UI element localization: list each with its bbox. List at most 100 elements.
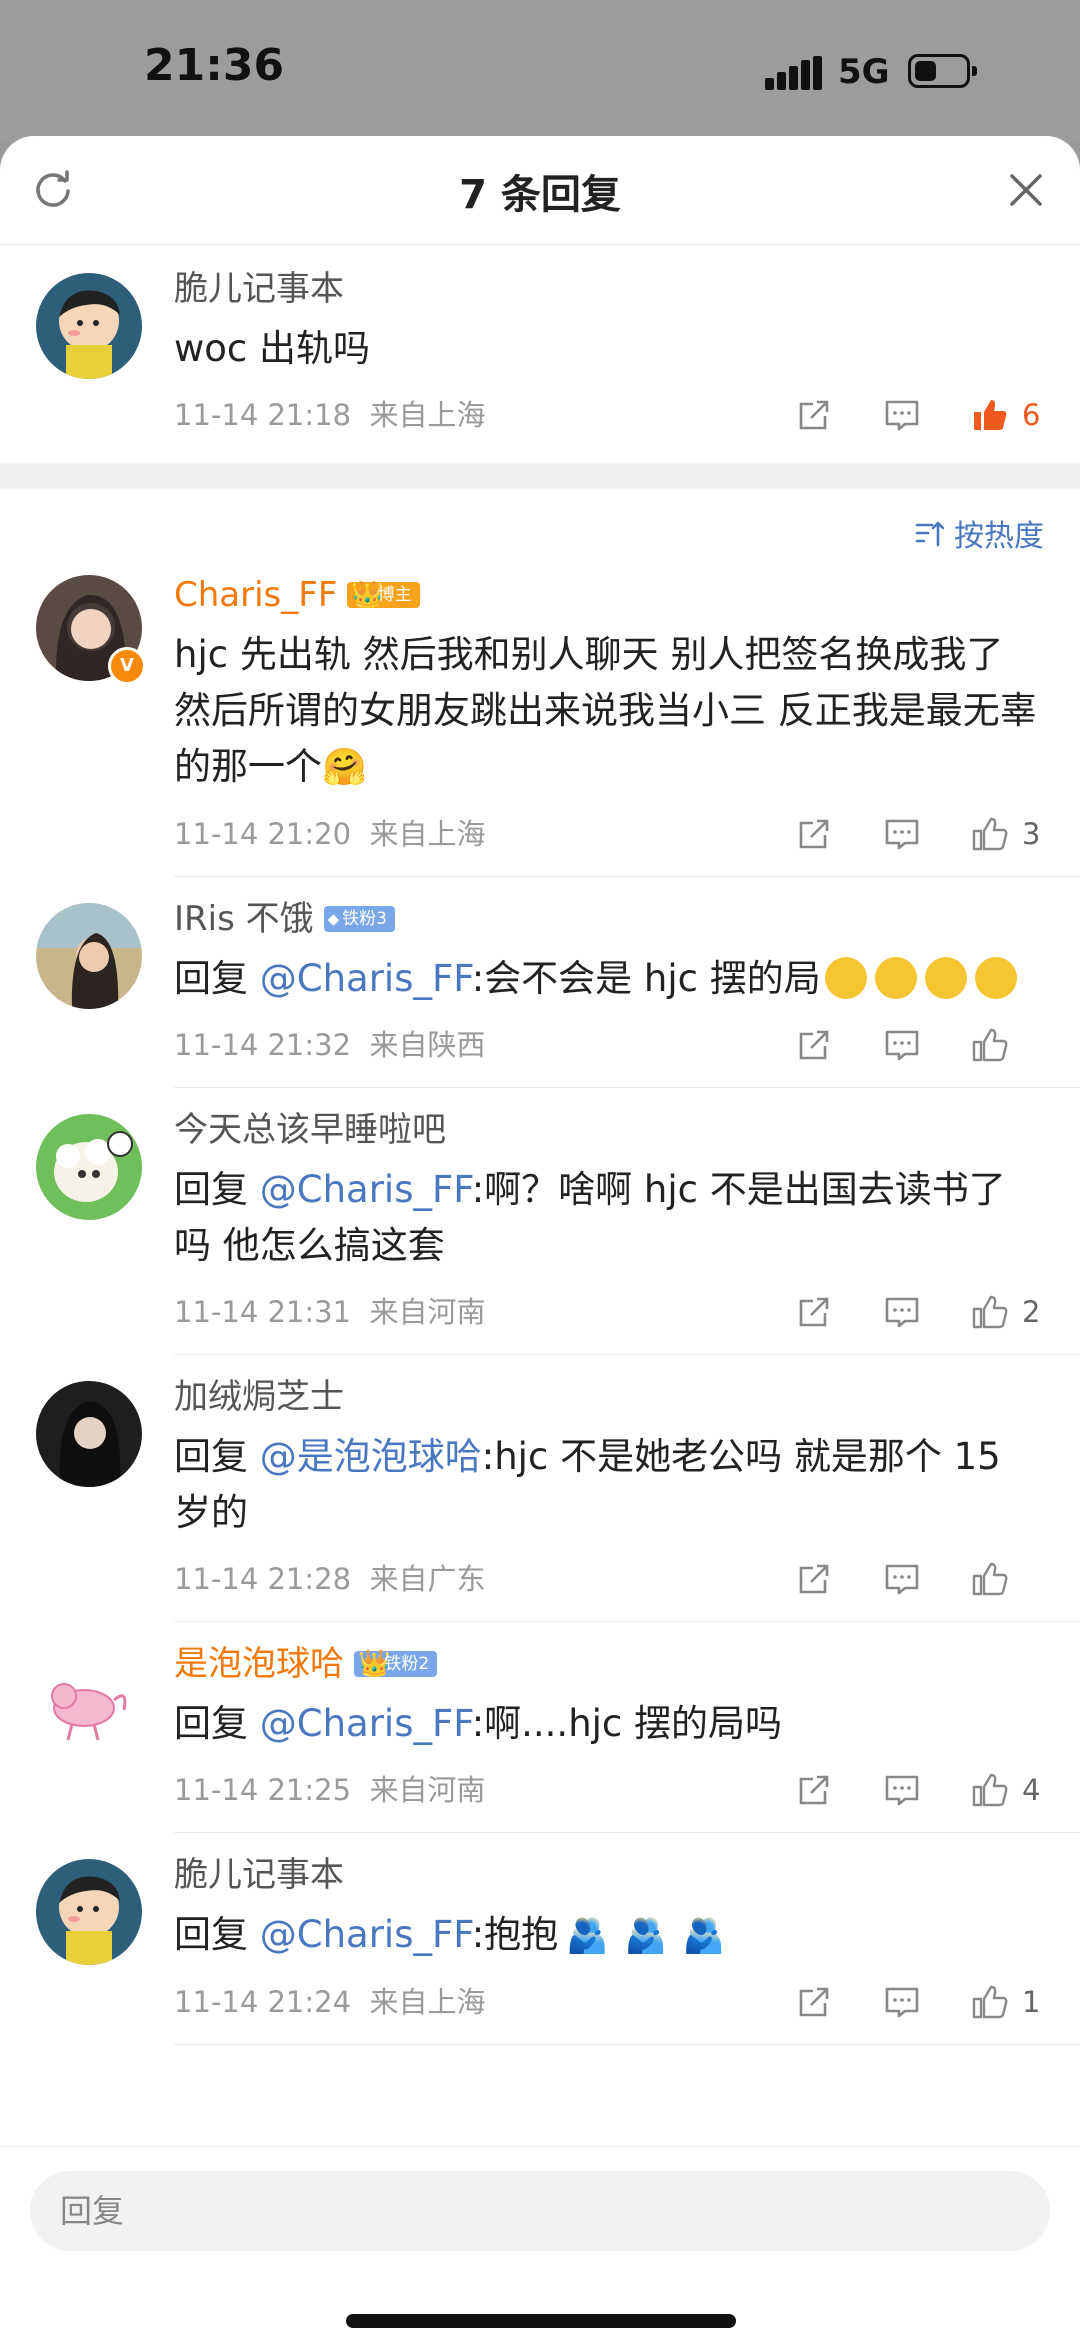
like-icon[interactable] <box>970 1559 1010 1599</box>
reply-meta: 11-14 21:20 来自上海 3 <box>174 810 1042 858</box>
reply-username[interactable]: 是泡泡球哈 👑 铁粉2 <box>174 1642 1042 1686</box>
reply-text: 回复 @Charis_FF:会不会是 hjc 摆的局 <box>174 951 1042 1007</box>
hug-emoji: 🤗 <box>322 747 367 788</box>
hug-emoji-2: 🫂 <box>624 1916 667 1956</box>
reply-text-body: hjc 先出轨 然后我和别人聊天 别人把签名换成我了 然后所谓的女朋友跳出来说我… <box>174 633 1037 788</box>
mention-link[interactable]: @是泡泡球哈 <box>260 1435 482 1478</box>
comment-icon[interactable] <box>882 1559 922 1599</box>
reply-prefix: 回复 <box>174 1702 260 1745</box>
reply-prefix: 回复 <box>174 1913 260 1956</box>
status-time: 21:36 <box>144 40 285 91</box>
reply-username[interactable]: 脆儿记事本 <box>174 1853 1042 1897</box>
reply-text-body: :会不会是 hjc 摆的局 <box>471 957 821 1000</box>
share-icon[interactable] <box>794 1025 834 1065</box>
reply-text: 回复 @是泡泡球哈:hjc 不是她老公吗 就是那个 15 岁的 <box>174 1429 1042 1541</box>
share-icon[interactable] <box>794 1559 834 1599</box>
sheet-title: 7 条回复 <box>459 172 621 218</box>
reply-meta: 11-14 21:28 来自广东 <box>174 1555 1042 1603</box>
blogger-badge: 👑 博主 <box>347 580 420 610</box>
reply-username-text: IRis 不饿 <box>174 899 314 939</box>
avatar[interactable] <box>36 1648 142 1754</box>
like-icon[interactable] <box>970 1025 1010 1065</box>
like-count: 1 <box>1022 1985 1041 2019</box>
main-comment: 脆儿记事本 woc 出轨吗 11-14 21:18 来自上海 6 <box>0 245 1080 463</box>
like-icon[interactable] <box>970 814 1010 854</box>
reply-text: 回复 @Charis_FF:啊....hjc 摆的局吗 <box>174 1696 1042 1752</box>
share-icon[interactable] <box>794 814 834 854</box>
like-icon[interactable] <box>970 1982 1010 2022</box>
reply-sheet: 7 条回复 脆儿记事本 woc 出轨吗 11-14 21:18 来自上海 6 按… <box>0 136 1080 2341</box>
reply-location: 来自河南 <box>369 1773 486 1807</box>
reply-text-body: :抱抱 <box>471 1913 559 1956</box>
reply-prefix: 回复 <box>174 1168 260 1211</box>
share-icon[interactable] <box>794 1982 834 2022</box>
reply-date: 11-14 21:31 <box>174 1295 352 1329</box>
sort-button[interactable]: 按热度 <box>914 511 1044 555</box>
signal-icon <box>765 56 823 90</box>
avatar[interactable] <box>36 1381 142 1487</box>
badge-label: 铁粉3 <box>342 909 387 929</box>
reply-location: 来自河南 <box>369 1295 486 1329</box>
reply-item: 今天总该早睡啦吧 回复 @Charis_FF:啊？啥啊 hjc 不是出国去读书了… <box>0 1088 1080 1354</box>
reply-username[interactable]: IRis 不饿 ◆ 铁粉3 <box>174 897 1042 941</box>
avatar[interactable] <box>36 1114 142 1220</box>
reply-date: 11-14 21:25 <box>174 1773 352 1807</box>
reply-location: 来自广东 <box>369 1562 486 1596</box>
reply-text-body: :啊....hjc 摆的局吗 <box>471 1702 783 1745</box>
mention-link[interactable]: @Charis_FF <box>260 1913 472 1956</box>
comment-icon[interactable] <box>882 1770 922 1810</box>
comment-icon[interactable] <box>882 395 922 435</box>
like-icon[interactable] <box>970 395 1010 435</box>
sort-icon <box>915 521 945 547</box>
reply-prefix: 回复 <box>174 957 260 1000</box>
reply-username[interactable]: 加绒焗芝士 <box>174 1375 1042 1419</box>
mention-link[interactable]: @Charis_FF <box>260 957 472 1000</box>
reply-meta: 11-14 21:24 来自上海 1 <box>174 1978 1042 2026</box>
comment-icon[interactable] <box>882 1025 922 1065</box>
like-icon[interactable] <box>970 1770 1010 1810</box>
mention-link[interactable]: @Charis_FF <box>260 1168 472 1211</box>
comment-icon[interactable] <box>882 1982 922 2022</box>
reply-input[interactable]: 回复 <box>30 2171 1050 2251</box>
reply-text: 回复 @Charis_FF:抱抱 🫂 🫂 🫂 <box>174 1907 1042 1964</box>
reply-location: 来自上海 <box>369 817 486 851</box>
like-icon[interactable] <box>970 1292 1010 1332</box>
like-count: 6 <box>1022 398 1041 432</box>
badge-label: 铁粉2 <box>384 1654 430 1674</box>
home-indicator[interactable] <box>346 2314 736 2328</box>
share-icon[interactable] <box>794 395 834 435</box>
comment-username[interactable]: 脆儿记事本 <box>174 267 1042 311</box>
hug-emoji: 🫂 🫂 🫂 <box>558 1913 733 1956</box>
avatar[interactable] <box>36 903 142 1009</box>
reply-date: 11-14 21:24 <box>174 1985 352 2019</box>
reply-location: 来自陕西 <box>369 1028 486 1062</box>
mention-link[interactable]: @Charis_FF <box>260 1702 472 1745</box>
reply-username[interactable]: 今天总该早睡啦吧 <box>174 1108 1042 1152</box>
fan-badge: ◆ 铁粉3 <box>323 906 395 932</box>
network-label: 5G <box>838 52 890 92</box>
share-icon[interactable] <box>794 1770 834 1810</box>
reply-username[interactable]: Charis_FF 👑 博主 <box>174 573 1042 617</box>
reply-date: 11-14 21:28 <box>174 1562 352 1596</box>
reply-item: 加绒焗芝士 回复 @是泡泡球哈:hjc 不是她老公吗 就是那个 15 岁的 11… <box>0 1355 1080 1621</box>
reply-meta: 11-14 21:31 来自河南 2 <box>174 1288 1042 1336</box>
reply-text: 回复 @Charis_FF:啊？啥啊 hjc 不是出国去读书了吗 他怎么搞这套 <box>174 1162 1042 1274</box>
comment-icon[interactable] <box>882 814 922 854</box>
reply-item: 脆儿记事本 回复 @Charis_FF:抱抱 🫂 🫂 🫂 11-14 21:24 来自… <box>0 1833 1080 2044</box>
close-icon[interactable] <box>1006 170 1046 210</box>
comment-icon[interactable] <box>882 1292 922 1332</box>
reply-date: 11-14 21:32 <box>174 1028 352 1062</box>
reply-item: 是泡泡球哈 👑 铁粉2 回复 @Charis_FF:啊....hjc 摆的局吗 1… <box>0 1622 1080 1832</box>
avatar[interactable] <box>36 1859 142 1965</box>
comment-meta: 11-14 21:18 来自上海 6 <box>174 391 1042 439</box>
reply-text: hjc 先出轨 然后我和别人聊天 别人把签名换成我了 然后所谓的女朋友跳出来说我… <box>174 627 1042 796</box>
sort-bar: 按热度 <box>0 489 1080 571</box>
diamond-icon: ◆ <box>327 910 340 928</box>
verified-badge: V <box>108 647 146 685</box>
fan-badge: 👑 铁粉2 <box>354 1649 438 1679</box>
reply-bar: 回复 <box>0 2146 1080 2267</box>
avatar[interactable] <box>36 273 142 379</box>
reply-meta: 11-14 21:32 来自陕西 <box>174 1021 1042 1069</box>
like-count: 3 <box>1022 817 1041 851</box>
share-icon[interactable] <box>794 1292 834 1332</box>
